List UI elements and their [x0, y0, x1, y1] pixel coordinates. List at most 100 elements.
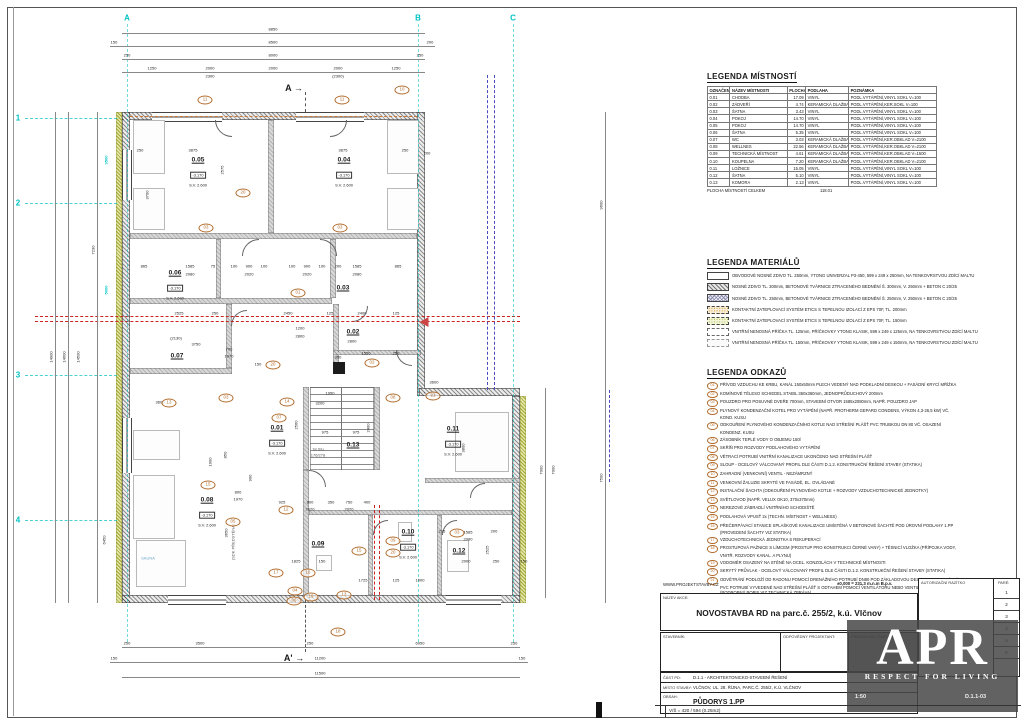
grid-line-horizontal — [25, 118, 117, 119]
reference-bubble: 19 — [304, 593, 319, 602]
dimension-label: 250 — [307, 641, 314, 646]
dimension-label: 925 — [279, 500, 286, 505]
dimension-label: 100 — [261, 264, 268, 269]
reference-bubble: 02 — [365, 359, 380, 368]
room-table-cell: 2.13 — [787, 179, 805, 186]
room-label: 0.09 — [312, 541, 325, 548]
dimension-label: 1900 — [208, 458, 213, 467]
room-label: 0.02 — [347, 329, 360, 336]
room-table-cell: PODL.VYTÁPĚNÍ,KER.OBKLAD V=2100 — [849, 158, 937, 165]
site-value: VLČNOV, UL. 28. ŘÍJNA, PARC.Č. 255/2, K.… — [693, 685, 801, 690]
dimension-line — [545, 388, 546, 598]
room-number: 0.02 — [347, 329, 360, 336]
heating-line — [35, 316, 520, 317]
dimension-label: 2020 — [306, 507, 315, 512]
dimension-label: 2560 — [294, 421, 299, 430]
room-clear-height: S.V. 2.600 — [335, 182, 353, 187]
material-list: OBVODOVÉ NOSNÉ ZDIVO TL. 250mm, YTONG UN… — [707, 272, 962, 347]
reference-bubble: 08 — [386, 394, 401, 403]
room-table-cell: POKOJ — [730, 115, 787, 122]
dimension-label: 6450 — [102, 536, 107, 545]
room-table-cell: VINYL — [806, 129, 849, 136]
dimension-label: 2020 — [245, 272, 254, 277]
dimension-label: 975 — [322, 430, 329, 435]
chimney-block — [333, 362, 345, 374]
sheet-format-text: V/Š = 420 / 594 (0.25m2) — [669, 708, 720, 713]
dimension-label: 700 — [226, 347, 233, 352]
material-text: NOSNÉ ZDIVO TL. 300mm, BETONOVÉ TVÁRNICE… — [732, 284, 957, 289]
dimension-label: 100 — [289, 264, 296, 269]
room-label: 0.10-3.170S.V. 2.600 — [399, 529, 417, 560]
dimension-label: 900 — [304, 264, 311, 269]
room-level: -3.170 — [336, 172, 352, 179]
company-watermark: APR RESPECT FOR LIVING — [847, 620, 1018, 712]
dimension-line — [122, 33, 425, 34]
grid-row-label: 1 — [16, 114, 20, 123]
room-table-cell: WELLNES — [730, 143, 787, 150]
room-total-label: PLOCHA MÍSTNOSTÍ CELKEM — [707, 188, 765, 193]
door-arc — [330, 120, 347, 137]
room-table-cell: 0.13 — [708, 179, 730, 186]
reference-bubble: 21 — [426, 392, 441, 401]
dimension-label: 3200 — [316, 401, 325, 406]
room-table-cell: VINYL — [806, 179, 849, 186]
room-number: 0.08 — [198, 497, 216, 504]
pare-label: PARÉ: — [998, 580, 1009, 585]
room-table-cell: 0.03 — [708, 108, 730, 115]
dimension-label: 3600 — [430, 380, 439, 385]
interior-wall — [268, 120, 274, 233]
room-table-cell: ZÁDVEŘÍ — [730, 101, 787, 108]
window — [446, 595, 501, 605]
furniture — [133, 430, 180, 460]
room-table-cell: ŠATNA — [730, 129, 787, 136]
room-clear-height: S.V. 2.600 — [444, 451, 462, 456]
dimension-label: 865 — [395, 264, 402, 269]
dimension-label: 14600 — [62, 351, 67, 362]
room-level: -3.170 — [190, 172, 206, 179]
dimension-label: 1550 — [362, 351, 371, 356]
furniture — [387, 188, 419, 230]
utility-line — [494, 75, 495, 390]
reference-bubble: 03 — [199, 224, 214, 233]
dimension-label: 2020 — [345, 507, 354, 512]
room-table-row: 0.13KOMORA2.13VINYLPODL.VYTÁPĚNÍ,VINYL S… — [708, 179, 937, 186]
room-table-cell: 0.07 — [708, 136, 730, 143]
room-table-cell: KOUPELNA — [730, 158, 787, 165]
room-table-cell: PODL.VYTÁPĚNÍ,KER.OBKLAD V=2100 — [849, 143, 937, 150]
interior-wall — [437, 515, 442, 595]
dimension-label: 900 — [246, 264, 253, 269]
dimension-label: 200 — [424, 151, 431, 156]
room-table-cell: 0.08 — [708, 143, 730, 150]
elevation-datum: ±0,000 = 231,3 m.n.m B.p.v. — [837, 581, 892, 586]
room-table-header: NÁZEV MÍSTNOSTI — [730, 87, 787, 94]
dimension-label: 2400 — [366, 424, 371, 433]
dimension-label: 150 — [111, 40, 118, 45]
dimension-label: 750 — [346, 500, 353, 505]
reference-item: 16PŘEČERPÁVACÍ STANICE SPLAŠKOVÉ KANALIZ… — [707, 523, 963, 536]
dimension-label: 8850 — [269, 27, 278, 32]
room-level: -3.170 — [400, 544, 416, 551]
room-table-cell: KERAMICKÁ DLAŽBA — [806, 143, 849, 150]
room-label: 0.13 — [347, 442, 360, 449]
room-table-row: 0.08WELLNES22.56KERAMICKÁ DLAŽBAPODL.VYT… — [708, 143, 937, 150]
room-table-cell: KOMORA — [730, 179, 787, 186]
furniture — [133, 475, 175, 539]
legend-references: LEGENDA ODKAZŮ 01PŘÍVOD VZDUCHU KE KRBU,… — [707, 362, 963, 597]
dimension-label: 1725 — [359, 578, 368, 583]
dimension-label: 14500 — [76, 351, 81, 362]
dimension-label: 7500 — [599, 474, 604, 483]
dimension-label: 2575 — [220, 166, 225, 175]
reference-item: 05ODKOUŘENÍ PLYNOVÉHO KONDENZAČNÍHO KOTL… — [707, 422, 963, 435]
room-table-cell: KERAMICKÁ DLAŽBA — [806, 158, 849, 165]
drawing-sheet: ABC1234885015085002002508000250125020002… — [0, 0, 1024, 724]
room-number: 0.13 — [347, 442, 360, 449]
dimension-label: 5000 — [104, 286, 109, 295]
dimension-label: 250 — [393, 351, 400, 356]
reference-number: 03 — [707, 399, 718, 407]
dimension-label: 250 — [402, 148, 409, 153]
reference-item: 15PODLAHOVÁ VPUSŤ 2x (TECHN. MÍSTNOST + … — [707, 514, 963, 522]
dimension-label: 100 — [319, 264, 326, 269]
reference-bubble: 20 — [266, 361, 281, 370]
authorization-stamp-label: AUTORIZAČNÍ RAZÍTKO — [921, 580, 965, 585]
room-table-cell: PODL.VYTÁPĚNÍ,KER.OBKLAD V=1500 — [849, 150, 937, 157]
